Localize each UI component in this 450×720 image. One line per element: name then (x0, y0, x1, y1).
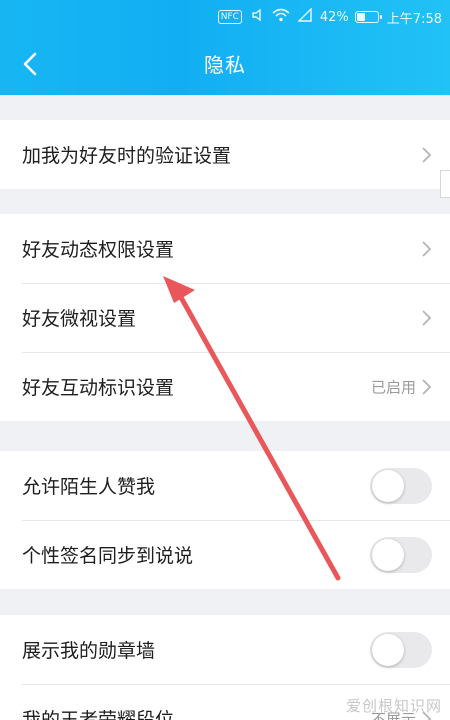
row-label: 允许陌生人赞我 (22, 476, 156, 498)
battery-percent: 42% (319, 9, 349, 25)
wifi-icon (272, 8, 290, 26)
row-label: 展示我的勋章墙 (22, 640, 156, 662)
nav-bar: 隐私 (0, 36, 450, 92)
verification-group: 加我为好友时的验证设置 (0, 120, 450, 189)
weishi-settings-row[interactable]: 好友微视设置 (0, 283, 450, 352)
stranger-like-row: 允许陌生人赞我 (0, 451, 450, 520)
medal-wall-row: 展示我的勋章墙 (0, 615, 450, 684)
feed-permission-row[interactable]: 好友动态权限设置 (0, 214, 450, 283)
row-label: 个性签名同步到说说 (22, 545, 194, 567)
chevron-right-icon (422, 309, 432, 326)
signal-icon (297, 7, 312, 26)
stranger-like-toggle[interactable] (370, 467, 432, 504)
page-title: 隐私 (204, 53, 246, 77)
app-header: NFC 42% 上午7:58 隐私 (0, 0, 450, 95)
medal-wall-toggle[interactable] (370, 631, 432, 668)
status-bar: NFC 42% 上午7:58 (0, 0, 450, 34)
row-label: 我的王者荣耀段位 (22, 709, 175, 720)
clock: 上午7:58 (386, 11, 442, 27)
chevron-right-icon (422, 378, 432, 395)
row-label: 好友微视设置 (22, 308, 137, 330)
friend-settings-group: 好友动态权限设置 好友微视设置 好友互动标识设置 已启用 (0, 214, 450, 421)
toggle-knob (372, 538, 404, 571)
battery-fill (356, 13, 365, 21)
chevron-right-icon (422, 146, 432, 163)
status-icons: NFC 42% 上午7:58 (217, 7, 442, 27)
vibrate-icon (250, 8, 264, 26)
scroll-indicator (440, 170, 450, 198)
signature-sync-row: 个性签名同步到说说 (0, 520, 450, 589)
row-label: 好友互动标识设置 (22, 377, 175, 399)
interaction-badge-row[interactable]: 好友互动标识设置 已启用 (0, 352, 450, 421)
row-label: 好友动态权限设置 (22, 239, 175, 261)
chevron-right-icon (422, 240, 432, 257)
toggle-knob (372, 469, 404, 502)
stranger-group: 允许陌生人赞我 个性签名同步到说说 (0, 451, 450, 589)
battery-icon (354, 11, 382, 23)
verification-settings-row[interactable]: 加我为好友时的验证设置 (0, 120, 450, 189)
row-value: 已启用 (370, 378, 416, 396)
watermark: 爱创根知识网 (345, 697, 442, 715)
nfc-icon: NFC (217, 10, 242, 24)
row-label: 加我为好友时的验证设置 (22, 145, 232, 167)
signature-sync-toggle[interactable] (370, 536, 432, 573)
toggle-knob (372, 633, 404, 666)
